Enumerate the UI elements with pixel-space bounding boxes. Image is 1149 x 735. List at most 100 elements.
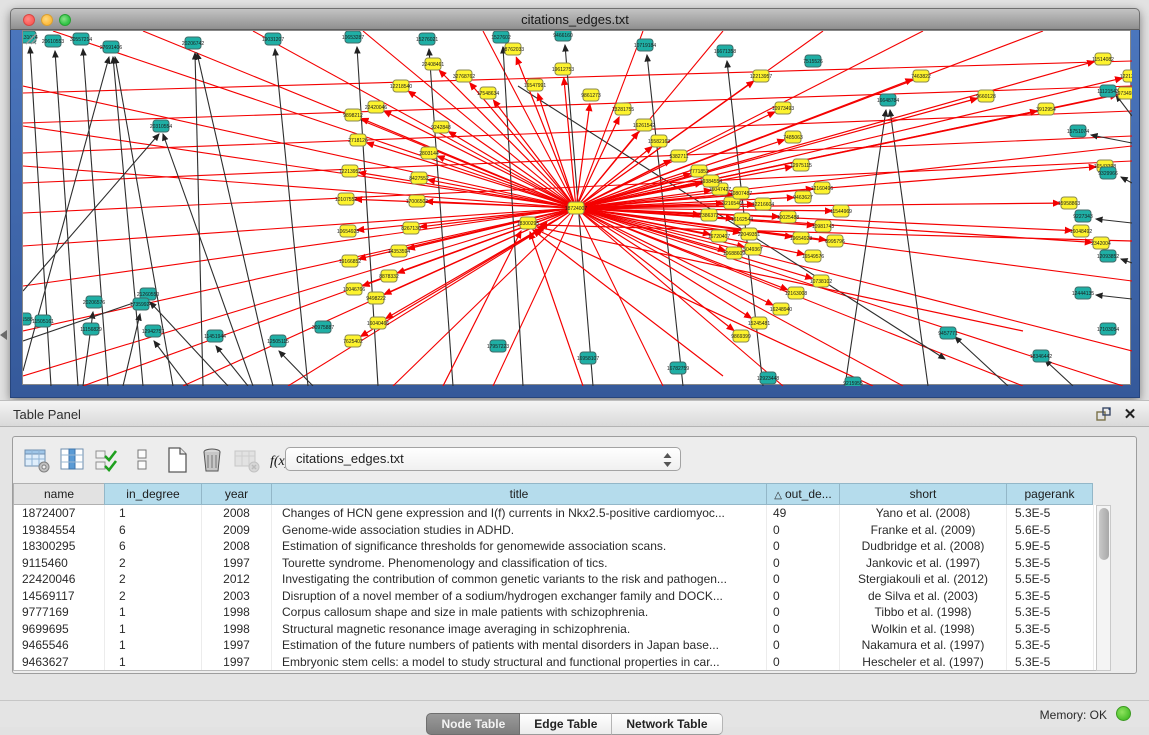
table-cell: 49 xyxy=(767,505,840,522)
resize-grip-icon[interactable] xyxy=(23,31,37,45)
graph-node-label: 15245481 xyxy=(748,321,770,327)
table-row[interactable]: 1830029562008Estimation of significance … xyxy=(14,538,1111,555)
table-cell: 5.6E-5 xyxy=(1007,522,1094,539)
table-cell: 9463627 xyxy=(14,654,105,671)
table-cell: 0 xyxy=(767,637,840,654)
graph-node-label: 9898212 xyxy=(343,113,363,119)
graph-node-label: 15276021 xyxy=(416,37,438,43)
directed-edge xyxy=(123,314,140,386)
column-header-in_degree[interactable]: in_degree xyxy=(104,483,201,505)
graph-node-label: 15751074 xyxy=(1067,129,1089,135)
table-row[interactable]: 1456911722003Disruption of a novel membe… xyxy=(14,588,1111,605)
directed-edge xyxy=(150,302,228,386)
row-height-icon[interactable] xyxy=(128,446,156,474)
table-cell: Disruption of a novel member of a sodium… xyxy=(272,588,767,605)
table-cell: 22420046 xyxy=(14,571,105,588)
graph-node-label: 19166852 xyxy=(339,259,361,265)
table-cell: Tourette syndrome. Phenomenology and cla… xyxy=(272,555,767,572)
citation-edge xyxy=(23,86,576,208)
graph-node-label: 16671358 xyxy=(714,49,736,55)
graph-node-label: 9215955 xyxy=(843,381,863,386)
table-row[interactable]: 946554611997Estimation of the future num… xyxy=(14,637,1111,654)
table-cell: 18300295 xyxy=(14,538,105,555)
table-cell: 1 xyxy=(105,654,202,671)
column-header-year[interactable]: year xyxy=(201,483,271,505)
graph-node-label: 11121543 xyxy=(1097,89,1119,95)
table-row[interactable]: 1872400712008Changes of HCN gene express… xyxy=(14,505,1111,522)
table-cell: 2012 xyxy=(202,571,272,588)
select-columns-icon[interactable] xyxy=(93,446,121,474)
delete-column-icon[interactable] xyxy=(198,446,226,474)
column-header-short[interactable]: short xyxy=(839,483,1006,505)
table-options-icon[interactable] xyxy=(23,446,51,474)
table-body: 1872400712008Changes of HCN gene express… xyxy=(13,505,1111,671)
table-cell: 1998 xyxy=(202,604,272,621)
status-bar: Memory: OK xyxy=(0,700,1149,727)
table-panel-box: f(x) citations_edges.txt namein_degreeye… xyxy=(12,436,1137,674)
table-cell: Investigating the contribution of common… xyxy=(272,571,767,588)
network-canvas[interactable]: 1872400718300295224200469898212271812612… xyxy=(22,30,1131,385)
window-titlebar[interactable]: citations_edges.txt xyxy=(10,8,1140,30)
graph-node-label: 9463627 xyxy=(793,195,813,201)
table-cell: Jankovic et al. (1997) xyxy=(840,555,1007,572)
graph-node-label: 3216540 xyxy=(722,201,742,207)
graph-node-label: 10107552 xyxy=(335,197,357,203)
graph-node-label: 19654923 xyxy=(790,236,812,242)
table-row[interactable]: 977716911998Corpus callosum shape and si… xyxy=(14,604,1111,621)
graph-node-label: 12093852 xyxy=(1097,254,1119,260)
graph-node-label: 10973493 xyxy=(772,106,794,112)
graph-node-label: 7463822 xyxy=(911,74,931,80)
memory-status-label: Memory: OK xyxy=(1040,708,1107,722)
scrollbar-thumb[interactable] xyxy=(1099,508,1109,560)
graph-node-label: 11156829 xyxy=(80,327,102,333)
close-icon[interactable]: ✕ xyxy=(1121,406,1139,424)
directed-edge xyxy=(55,51,78,386)
directed-edge xyxy=(115,57,173,386)
table-cell: 6 xyxy=(105,522,202,539)
table-selector-dropdown[interactable]: citations_edges.txt xyxy=(285,447,681,471)
sort-ascending-icon: △ xyxy=(774,490,782,501)
column-header-pagerank[interactable]: pagerank xyxy=(1006,483,1093,505)
graph-node-label: 2342004 xyxy=(1091,241,1111,247)
graph-node-label: 12163008 xyxy=(785,291,807,297)
graph-node-label: 20206742 xyxy=(182,41,204,47)
table-cell: 5.3E-5 xyxy=(1007,555,1094,572)
graph-node-label: 11544969 xyxy=(830,209,852,215)
show-column-icon[interactable] xyxy=(58,446,86,474)
graph-node-label: 12444135 xyxy=(1072,291,1094,297)
new-table-icon[interactable] xyxy=(163,446,191,474)
directed-edge xyxy=(163,134,253,386)
column-header-name[interactable]: name xyxy=(13,483,104,505)
directed-edge xyxy=(216,346,248,386)
table-cell: Dudbridge et al. (2008) xyxy=(840,538,1007,555)
table-row[interactable]: 1938455462009Genome-wide association stu… xyxy=(14,522,1111,539)
graph-node-label: 9498222 xyxy=(366,296,386,302)
delete-table-icon[interactable] xyxy=(233,446,261,474)
graph-node-label: 10807487 xyxy=(730,191,752,197)
column-header-title[interactable]: title xyxy=(271,483,766,505)
table-row[interactable]: 2242004622012Investigating the contribut… xyxy=(14,571,1111,588)
citation-graph: 1872400718300295224200469898212271812612… xyxy=(23,31,1132,386)
graph-node-label: 22049351 xyxy=(738,232,760,238)
citation-edge xyxy=(23,136,1132,183)
citation-edge xyxy=(428,180,576,208)
table-cell: 5.5E-5 xyxy=(1007,571,1094,588)
table-cell: 5.3E-5 xyxy=(1007,604,1094,621)
graph-node-label: 16162544 xyxy=(731,217,753,223)
graph-node-label: 11514082 xyxy=(1092,57,1114,63)
table-row[interactable]: 946362711997Embryonic stem cells: a mode… xyxy=(14,654,1111,671)
graph-node-label: 16040466 xyxy=(367,321,389,327)
graph-node-label: 17548634 xyxy=(477,91,499,97)
table-cell: 2 xyxy=(105,588,202,605)
table-row[interactable]: 969969511998Structural magnetic resonanc… xyxy=(14,621,1111,638)
graph-node-label: 2718126 xyxy=(348,138,368,144)
graph-node-label: 17359924 xyxy=(130,302,152,308)
graph-node-label: 16549576 xyxy=(802,254,824,260)
panel-collapse-arrow-icon[interactable] xyxy=(0,330,7,340)
column-header-out_de[interactable]: △out_de... xyxy=(766,483,839,505)
float-window-icon[interactable] xyxy=(1095,406,1113,424)
graph-node-label: 8878332 xyxy=(379,274,399,280)
vertical-scrollbar[interactable] xyxy=(1096,505,1111,671)
table-cell: 9699695 xyxy=(14,621,105,638)
table-row[interactable]: 911546021997Tourette syndrome. Phenomeno… xyxy=(14,555,1111,572)
